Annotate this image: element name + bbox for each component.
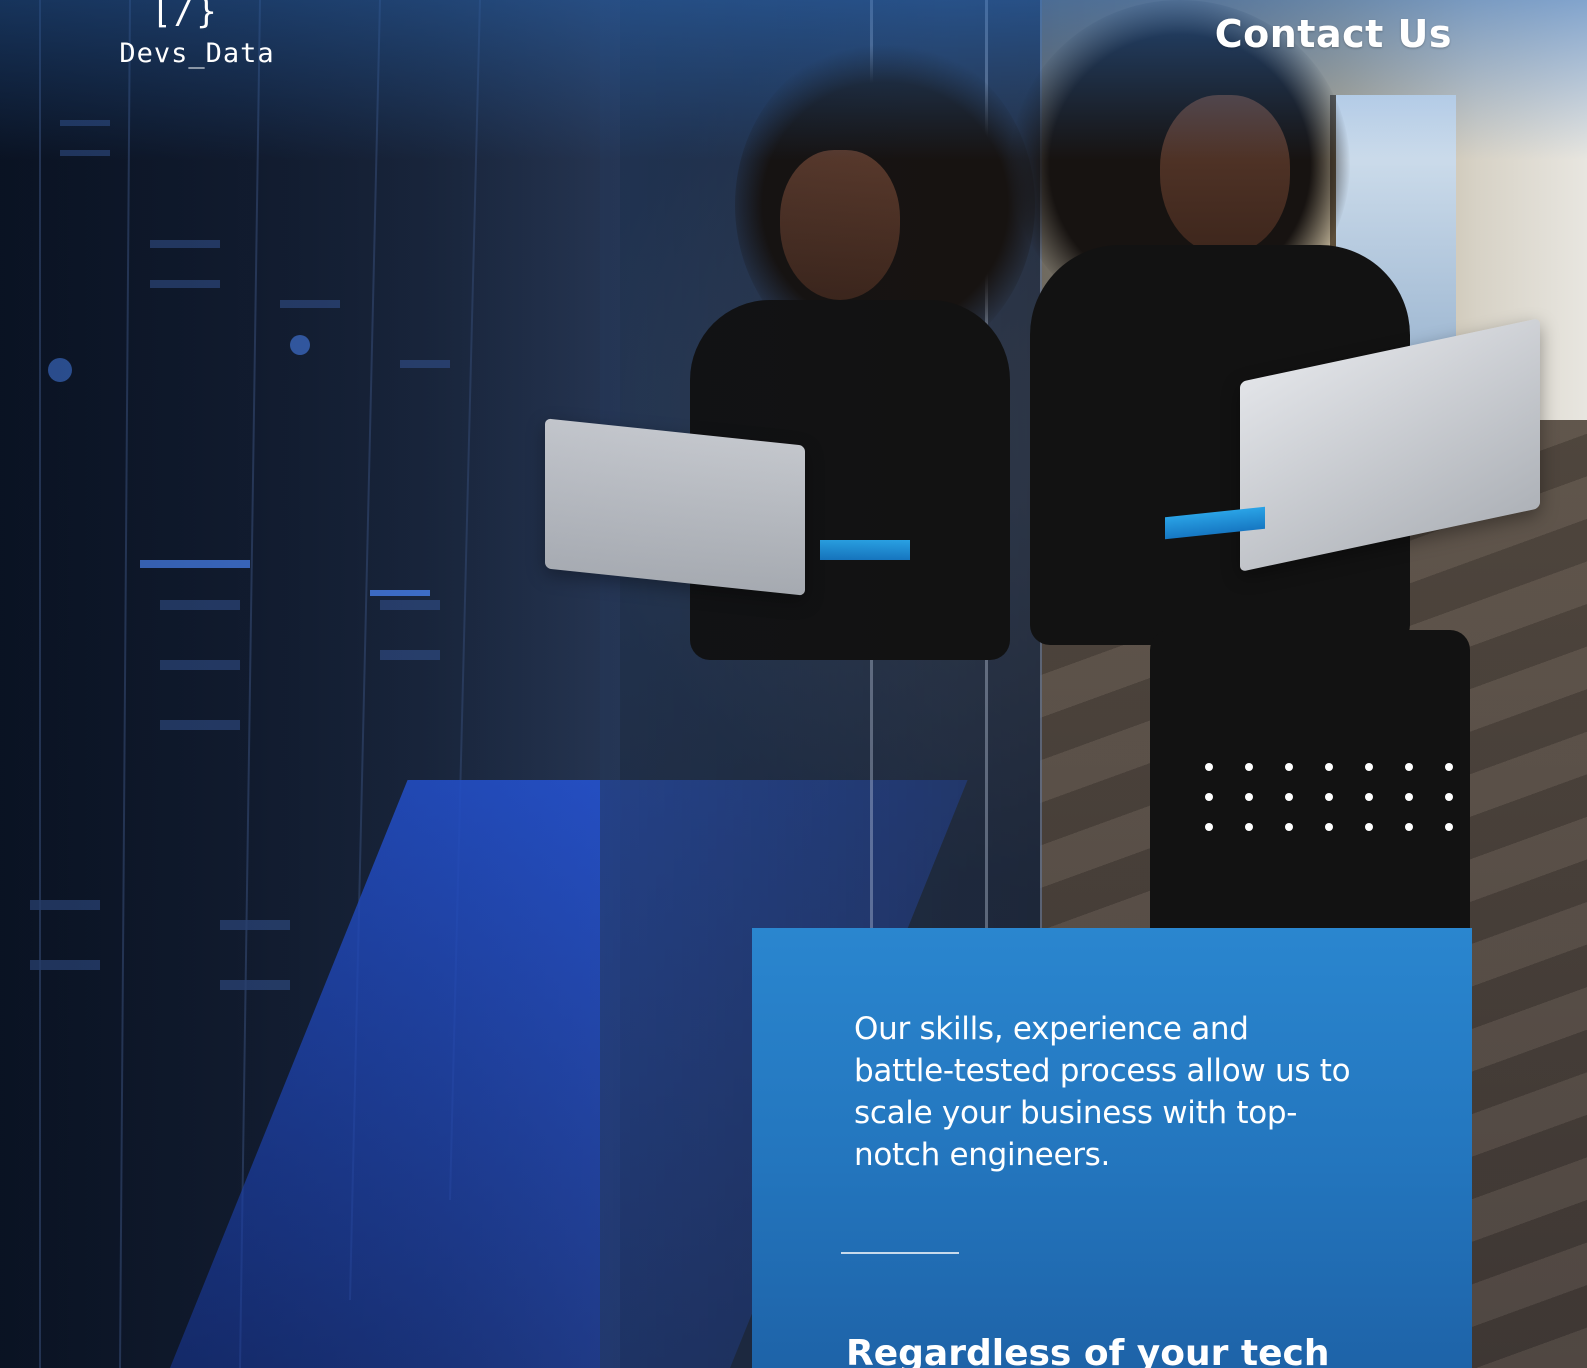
decorative-dot xyxy=(1405,763,1413,771)
code-bracket-icon: [/} xyxy=(151,0,219,32)
decorative-dot xyxy=(1405,823,1413,831)
decorative-dot-grid xyxy=(1205,763,1465,835)
decorative-dot xyxy=(1245,793,1253,801)
decorative-dot xyxy=(1365,763,1373,771)
decorative-dot xyxy=(1245,763,1253,771)
info-panel-heading: Regardless of your tech xyxy=(846,1333,1330,1368)
decorative-dot xyxy=(1285,793,1293,801)
decorative-dot xyxy=(1445,763,1453,771)
decorative-dot xyxy=(1245,823,1253,831)
decorative-dot xyxy=(1325,823,1333,831)
info-panel: Our skills, experience and battle-tested… xyxy=(752,928,1472,1368)
decorative-dot xyxy=(1365,793,1373,801)
decorative-dot xyxy=(1445,793,1453,801)
brand-logo[interactable]: [/} Devs_Data xyxy=(112,0,282,69)
decorative-dot xyxy=(1285,763,1293,771)
decorative-dot xyxy=(1205,823,1213,831)
decorative-dot xyxy=(1325,763,1333,771)
decorative-dot xyxy=(1285,823,1293,831)
panel-divider xyxy=(841,1252,959,1254)
decorative-dot xyxy=(1205,793,1213,801)
decorative-dot xyxy=(1325,793,1333,801)
decorative-dot xyxy=(1405,793,1413,801)
decorative-dot xyxy=(1365,823,1373,831)
info-panel-body: Our skills, experience and battle-tested… xyxy=(854,1011,1351,1173)
brand-name: Devs_Data xyxy=(119,38,275,69)
contact-us-link[interactable]: Contact Us xyxy=(1215,12,1452,56)
decorative-dot xyxy=(1205,763,1213,771)
decorative-dot xyxy=(1445,823,1453,831)
